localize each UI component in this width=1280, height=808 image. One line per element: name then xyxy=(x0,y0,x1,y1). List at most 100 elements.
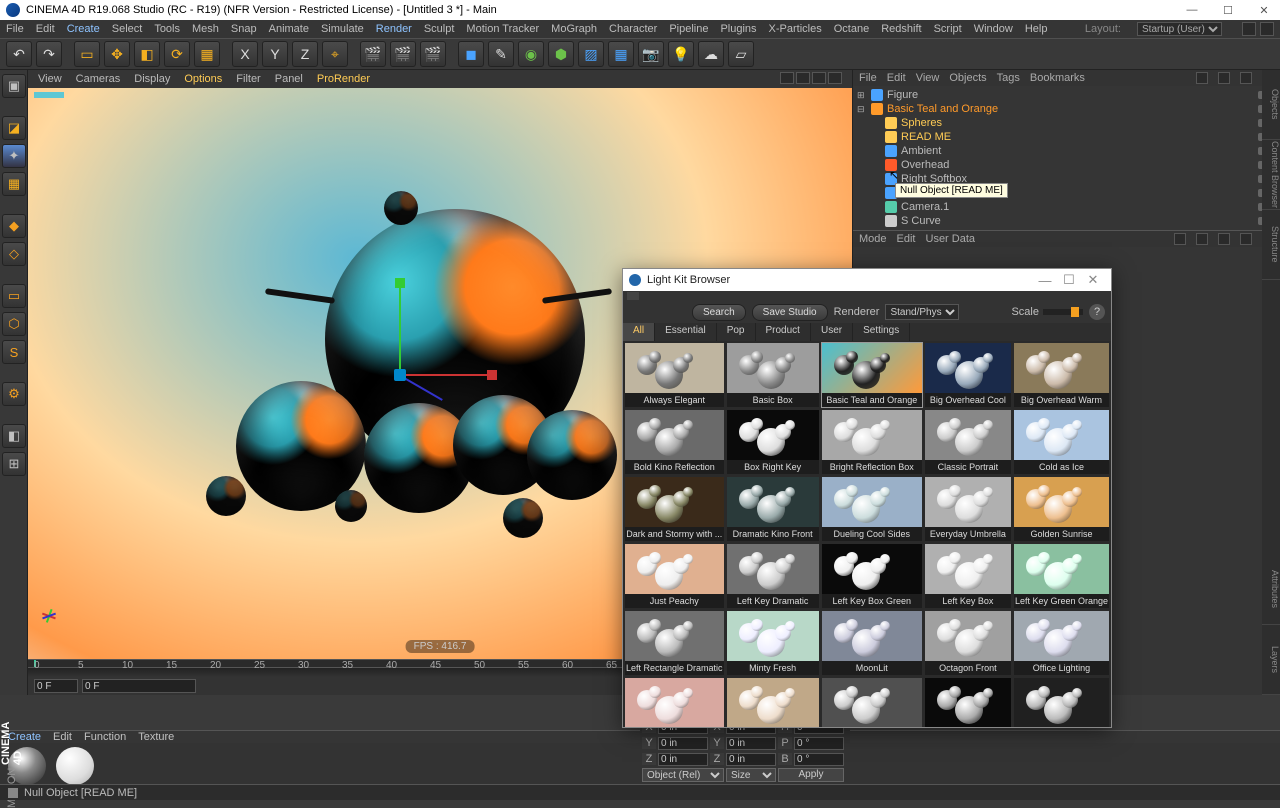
lkb-scale-slider[interactable] xyxy=(1043,309,1083,315)
matmenu-texture[interactable]: Texture xyxy=(138,731,174,743)
lkb-search-button[interactable]: Search xyxy=(692,304,746,321)
objmenu-objects[interactable]: Objects xyxy=(949,72,986,84)
attrmenu-edit[interactable]: Edit xyxy=(897,233,916,245)
lkb-preset[interactable]: Left Key Dramatic xyxy=(727,544,819,608)
viewmenu-view[interactable]: View xyxy=(38,73,62,85)
frame-start-input[interactable] xyxy=(34,679,78,693)
lkb-preset[interactable]: Office Lighting xyxy=(1014,611,1109,675)
lkb-tab-essential[interactable]: Essential xyxy=(655,323,717,341)
coord-input[interactable] xyxy=(658,753,708,766)
add-sky-button[interactable]: ☁ xyxy=(698,41,724,67)
menu-tools[interactable]: Tools xyxy=(154,23,180,35)
add-cube-button[interactable]: ◼ xyxy=(458,41,484,67)
menu-window[interactable]: Window xyxy=(974,23,1013,35)
object-row[interactable]: Spheres xyxy=(857,116,1276,130)
menu-simulate[interactable]: Simulate xyxy=(321,23,364,35)
render-view-button[interactable]: 🎬 xyxy=(360,41,386,67)
coord-input[interactable] xyxy=(794,737,844,750)
lkb-preset[interactable]: Left Key Green Orange xyxy=(1014,544,1109,608)
menu-x-particles[interactable]: X-Particles xyxy=(769,23,822,35)
coord-input[interactable] xyxy=(794,753,844,766)
lkb-preset[interactable]: Big Overhead Cool xyxy=(925,343,1011,407)
objmenu-edit[interactable]: Edit xyxy=(887,72,906,84)
lkb-preset[interactable]: Left Rectangle Dramatic xyxy=(625,611,724,675)
undo-button[interactable]: ↶ xyxy=(6,41,32,67)
menu-mograph[interactable]: MoGraph xyxy=(551,23,597,35)
object-row[interactable]: Overhead xyxy=(857,158,1276,172)
menu-render[interactable]: Render xyxy=(376,23,412,35)
lkb-tab-pop[interactable]: Pop xyxy=(717,323,756,341)
render-region-button[interactable]: 🎬 xyxy=(390,41,416,67)
lkb-preset[interactable]: Octagon Front xyxy=(925,611,1011,675)
menu-file[interactable]: File xyxy=(6,23,24,35)
add-deformer-button[interactable]: ▨ xyxy=(578,41,604,67)
lkb-tab-all[interactable]: All xyxy=(623,323,655,341)
matmenu-edit[interactable]: Edit xyxy=(53,731,72,743)
lkb-preset[interactable]: MoonLit xyxy=(822,611,922,675)
add-generator-button[interactable]: ⬢ xyxy=(548,41,574,67)
lkb-maximize-button[interactable]: ☐ xyxy=(1057,272,1081,288)
obj-search-icon[interactable] xyxy=(1196,72,1208,84)
scale-tool[interactable]: ◧ xyxy=(134,41,160,67)
add-light-button[interactable]: 💡 xyxy=(668,41,694,67)
coord-input[interactable] xyxy=(658,737,708,750)
menu-edit[interactable]: Edit xyxy=(36,23,55,35)
attrmenu-user-data[interactable]: User Data xyxy=(926,233,976,245)
menu-mesh[interactable]: Mesh xyxy=(192,23,219,35)
minimize-button[interactable]: — xyxy=(1182,4,1202,17)
close-button[interactable]: ✕ xyxy=(1254,4,1274,17)
add-camera-button[interactable]: 📷 xyxy=(638,41,664,67)
menu-pipeline[interactable]: Pipeline xyxy=(669,23,708,35)
move-tool[interactable]: ✥ xyxy=(104,41,130,67)
attr-fwd-icon[interactable] xyxy=(1196,233,1208,245)
menu-octane[interactable]: Octane xyxy=(834,23,869,35)
attr-lock-icon[interactable] xyxy=(1240,233,1252,245)
lkb-preset[interactable]: Pink Sunset xyxy=(625,678,724,727)
lkb-preset[interactable]: Dueling Cool Sides xyxy=(822,477,922,541)
attr-back-icon[interactable] xyxy=(1174,233,1186,245)
obj-filter-icon[interactable] xyxy=(1240,72,1252,84)
attrmenu-mode[interactable]: Mode xyxy=(859,233,887,245)
view-icon-1[interactable] xyxy=(780,72,794,84)
coord-mode-select[interactable]: Object (Rel) xyxy=(642,768,724,782)
tab-objects[interactable]: Objects xyxy=(1262,70,1280,140)
object-row[interactable]: Camera.1 xyxy=(857,200,1276,214)
menu-animate[interactable]: Animate xyxy=(269,23,309,35)
menu-plugins[interactable]: Plugins xyxy=(720,23,756,35)
viewmenu-prorender[interactable]: ProRender xyxy=(317,73,370,85)
menu-redshift[interactable]: Redshift xyxy=(881,23,921,35)
lkb-preset[interactable]: Minty Fresh xyxy=(727,611,819,675)
lkb-preset[interactable]: Right Umbrella Dramatic xyxy=(822,678,922,727)
viewmenu-panel[interactable]: Panel xyxy=(275,73,303,85)
maximize-button[interactable]: ☐ xyxy=(1218,4,1238,17)
menu-script[interactable]: Script xyxy=(934,23,962,35)
viewmenu-display[interactable]: Display xyxy=(134,73,170,85)
lkb-preset[interactable]: Classic Portrait xyxy=(925,410,1011,474)
uv-mode-button[interactable]: ⬡ xyxy=(2,312,26,336)
lkb-help-button[interactable]: ? xyxy=(1089,304,1105,320)
lkb-tab-settings[interactable]: Settings xyxy=(853,323,910,341)
menu-character[interactable]: Character xyxy=(609,23,657,35)
make-editable-button[interactable]: ▣ xyxy=(2,74,26,98)
lkb-preset[interactable]: Basic Box xyxy=(727,343,819,407)
objmenu-bookmarks[interactable]: Bookmarks xyxy=(1030,72,1085,84)
select-tool[interactable]: ▭ xyxy=(74,41,100,67)
normal-mode-button[interactable]: S xyxy=(2,340,26,364)
add-floor-button[interactable]: ▱ xyxy=(728,41,754,67)
coord-input[interactable] xyxy=(726,737,776,750)
axis-y-toggle[interactable]: Y xyxy=(262,41,288,67)
polygon-mode-button[interactable]: ▭ xyxy=(2,284,26,308)
viewmenu-filter[interactable]: Filter xyxy=(236,73,260,85)
texture-mode-button[interactable]: ▦ xyxy=(2,172,26,196)
objmenu-tags[interactable]: Tags xyxy=(997,72,1020,84)
lkb-preset[interactable]: Right Rectangle Warm xyxy=(727,678,819,727)
object-mode-button[interactable]: ✦ xyxy=(2,144,26,168)
tab-structure[interactable]: Structure xyxy=(1262,210,1280,280)
viewmenu-options[interactable]: Options xyxy=(184,73,222,85)
lkb-renderer-select[interactable]: Stand/Phys xyxy=(885,304,959,320)
lkb-preset[interactable]: Golden Sunrise xyxy=(1014,477,1109,541)
lkb-close-button[interactable]: ✕ xyxy=(1081,272,1105,288)
lkb-preset[interactable]: Big Overhead Warm xyxy=(1014,343,1109,407)
model-mode-button[interactable]: ◪ xyxy=(2,116,26,140)
tab-layers[interactable]: Layers xyxy=(1262,625,1280,695)
